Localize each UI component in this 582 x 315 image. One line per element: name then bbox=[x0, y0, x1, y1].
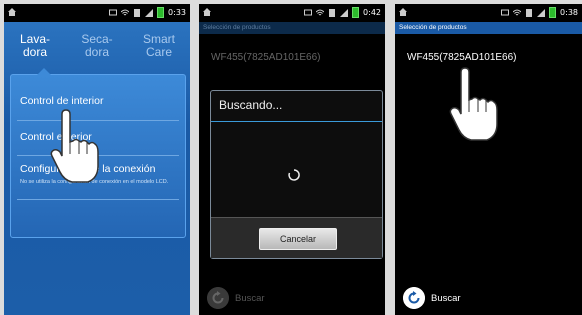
screen-icon bbox=[501, 9, 510, 15]
loading-spinner-icon bbox=[288, 169, 300, 181]
dialog-title-divider bbox=[211, 121, 382, 122]
tab-smart-care[interactable]: Smart Care bbox=[128, 22, 190, 70]
screen-searching: 0:42 Selección de productos WF455(7825AD… bbox=[199, 4, 385, 315]
menu-item-interior-control[interactable]: Control de interior bbox=[20, 95, 179, 107]
battery-icon bbox=[549, 7, 557, 18]
home-icon bbox=[203, 8, 211, 16]
status-time: 0:33 bbox=[168, 8, 186, 17]
searching-dialog: Buscando... Cancelar bbox=[210, 90, 383, 259]
menu-divider bbox=[17, 199, 179, 200]
status-time: 0:38 bbox=[560, 8, 578, 17]
search-button-label[interactable]: Buscar bbox=[235, 293, 265, 304]
screen-icon bbox=[109, 9, 118, 15]
page-title: Selección de productos bbox=[199, 22, 385, 34]
signal-icon bbox=[145, 8, 154, 17]
page-title: Selección de productos bbox=[395, 22, 582, 34]
dialog-title: Buscando... bbox=[219, 98, 283, 112]
cancel-button[interactable]: Cancelar bbox=[259, 228, 337, 250]
popup-arrow bbox=[37, 68, 51, 75]
screen-icon bbox=[304, 9, 313, 15]
signal-icon bbox=[537, 8, 546, 17]
device-list-item[interactable]: WF455(7825AD101E66) bbox=[211, 52, 321, 63]
status-bar: 0:42 bbox=[199, 4, 385, 22]
wifi-icon bbox=[513, 9, 522, 15]
pointing-hand-icon bbox=[449, 67, 498, 141]
dialog-footer: Cancelar bbox=[211, 217, 382, 258]
refresh-icon[interactable] bbox=[403, 287, 425, 309]
device-list-item[interactable]: WF455(7825AD101E66) bbox=[407, 52, 517, 63]
appliance-tabs: Lava- dora Seca- dora Smart Care bbox=[4, 22, 190, 70]
pointing-hand-icon bbox=[50, 109, 99, 183]
screen-washer-menu: 0:33 Lava- dora Seca- dora Smart Care Co… bbox=[4, 4, 190, 315]
wifi-icon bbox=[121, 9, 130, 15]
battery-icon bbox=[352, 7, 360, 18]
screen-device-selection: 0:38 Selección de productos WF455(7825AD… bbox=[395, 4, 582, 315]
status-bar: 0:33 bbox=[4, 4, 190, 22]
refresh-icon[interactable] bbox=[207, 287, 229, 309]
sim-icon bbox=[329, 8, 336, 17]
status-bar: 0:38 bbox=[395, 4, 582, 22]
sim-icon bbox=[526, 8, 533, 17]
tab-secadora[interactable]: Seca- dora bbox=[66, 22, 128, 70]
battery-icon bbox=[157, 7, 165, 18]
search-button-label[interactable]: Buscar bbox=[431, 293, 461, 304]
wifi-icon bbox=[316, 9, 325, 15]
home-icon bbox=[8, 8, 16, 16]
status-time: 0:42 bbox=[363, 8, 381, 17]
home-icon bbox=[399, 8, 407, 16]
sim-icon bbox=[134, 8, 141, 17]
signal-icon bbox=[340, 8, 349, 17]
tab-lavadora[interactable]: Lava- dora bbox=[4, 22, 66, 70]
